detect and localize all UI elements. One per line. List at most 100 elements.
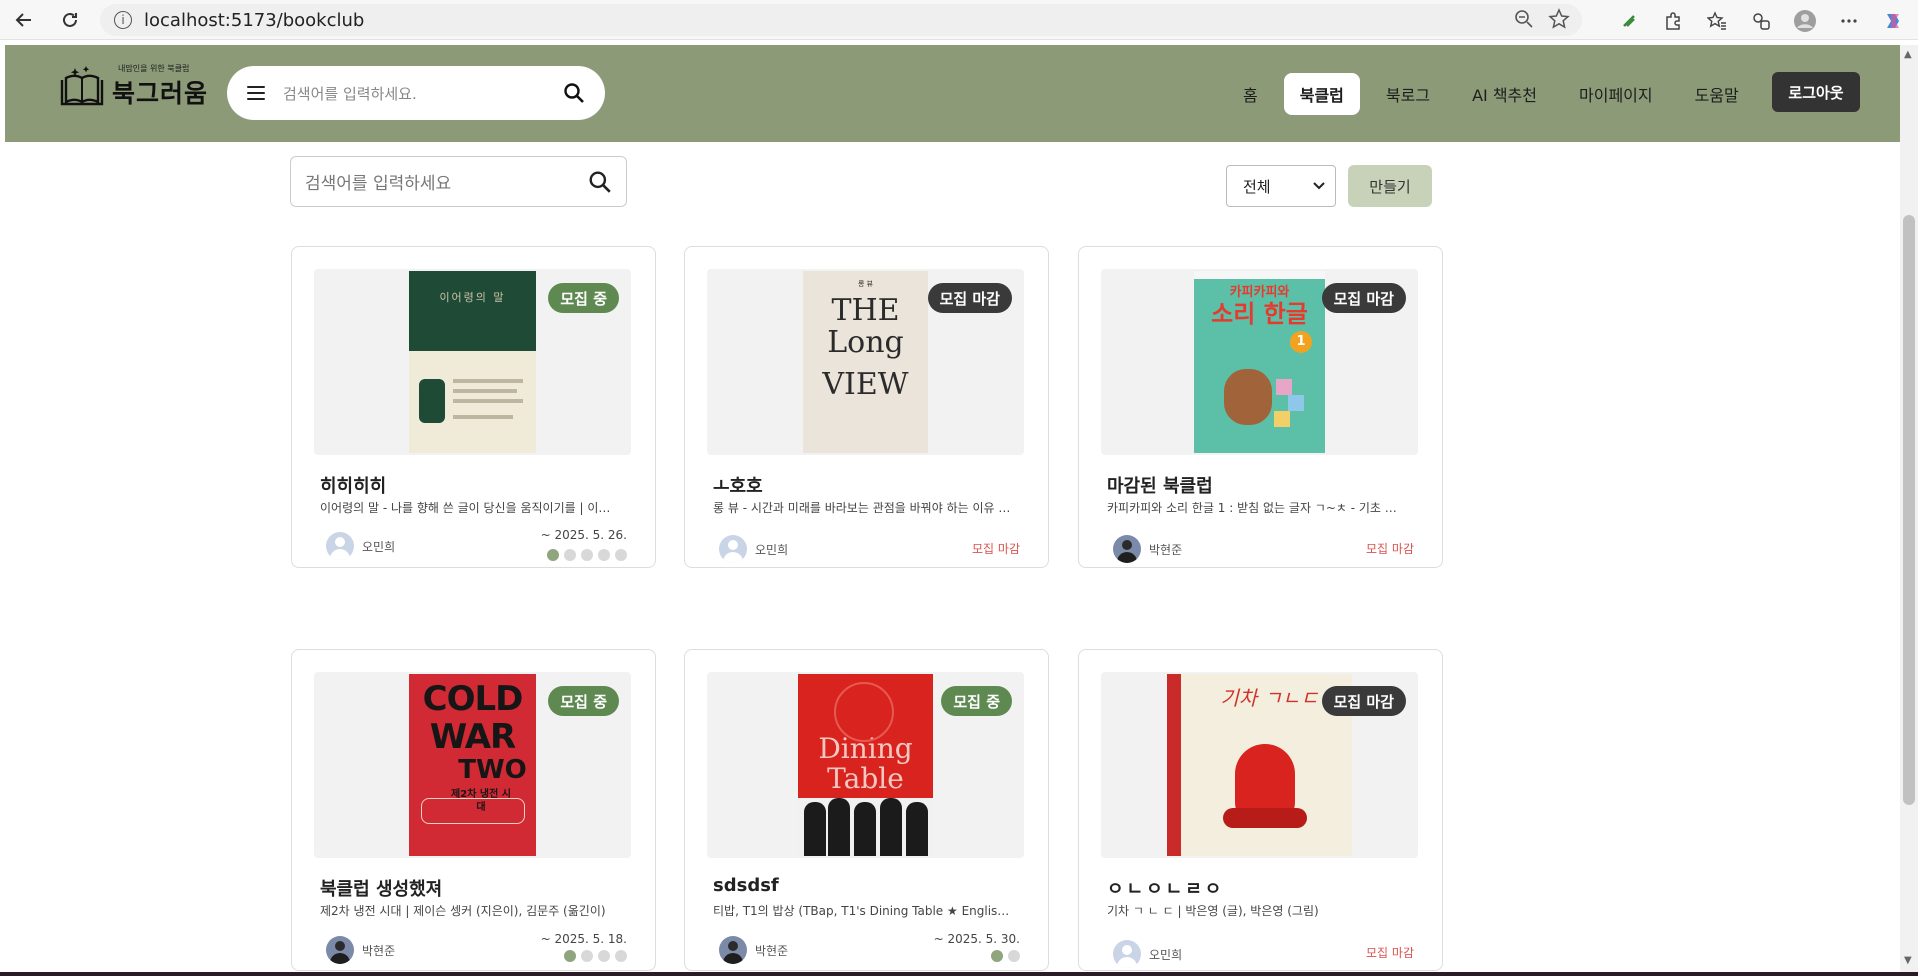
avatar <box>326 936 354 964</box>
avatar <box>1113 535 1141 563</box>
chevron-down-icon <box>1313 182 1325 190</box>
book-cover-image: 이어령의 말 <box>409 271 536 453</box>
profile-icon[interactable] <box>1792 8 1818 34</box>
avatar <box>1113 940 1141 968</box>
book-cover-image: COLD WAR TWO 제2차 냉전 시대 <box>409 674 536 856</box>
cover-line: 카피카피와 <box>1229 285 1290 300</box>
status-badge: 모집 마감 <box>927 283 1012 313</box>
card-author: 박현준 <box>326 936 395 964</box>
card-author: 오민희 <box>326 532 395 560</box>
extension-leaf-icon[interactable] <box>1616 8 1642 34</box>
status-badge: 모집 중 <box>548 283 619 313</box>
cover-line: TWO <box>458 755 527 785</box>
closed-status-text: 모집 마감 <box>1366 946 1414 960</box>
card-title: 북클럽 생성했져 <box>320 879 443 900</box>
bookclub-search[interactable]: 검색어를 입력하세요 <box>290 156 627 207</box>
card-description: 티밥, T1의 밥상 (TBap, T1's Dining Table ★ En… <box>713 904 1013 918</box>
book-cover-area: 이어령의 말 모집 중 <box>314 269 631 455</box>
info-icon[interactable]: i <box>114 11 132 29</box>
favorites-icon[interactable] <box>1704 8 1730 34</box>
progress-dot <box>615 549 627 561</box>
progress-dot <box>598 950 610 962</box>
nav-booklog[interactable]: 북로그 <box>1370 73 1446 115</box>
back-icon[interactable] <box>6 2 42 38</box>
cover-kicker: 롱 뷰 <box>857 280 874 288</box>
more-icon[interactable] <box>1836 8 1862 34</box>
url-text: localhost:5173/bookclub <box>144 9 365 31</box>
copilot-icon[interactable] <box>1880 8 1906 34</box>
header-search-input[interactable]: 검색어를 입력하세요. <box>283 83 563 104</box>
nav-mypage[interactable]: 마이페이지 <box>1563 73 1669 115</box>
zoom-icon[interactable] <box>1514 9 1534 34</box>
card-description: 카피카피와 소리 한글 1 : 받침 없는 글자 ㄱ~ㅊ - 기초 문해력 <box>1107 501 1407 515</box>
cover-line: Table <box>827 762 904 795</box>
book-cover-area: 카피카피와 소리 한글 1 모집 마감 <box>1101 269 1418 455</box>
scroll-up-icon[interactable]: ▲ <box>1904 49 1912 60</box>
cover-line: 소리 한글 <box>1211 300 1308 328</box>
nav-ai-recommend[interactable]: AI 책추천 <box>1456 73 1553 115</box>
bookclub-card[interactable]: Dining Table 모집 중 sdsdsf 티밥, T1의 밥상 (TBa… <box>684 649 1049 971</box>
author-name: 박현준 <box>362 943 396 958</box>
avatar <box>326 532 354 560</box>
page-scrollbar[interactable]: ▲ ▼ <box>1900 45 1918 976</box>
menu-icon[interactable] <box>247 86 265 100</box>
author-name: 오민희 <box>1149 947 1183 962</box>
status-badge: 모집 중 <box>548 686 619 716</box>
bookclub-card[interactable]: 롱 뷰 THE Long VIEW 모집 마감 ㅗ호호 롱 뷰 - 시간과 미래… <box>684 246 1049 568</box>
address-bar[interactable]: i localhost:5173/bookclub <box>100 4 1582 36</box>
search-icon[interactable] <box>588 170 612 194</box>
progress-dot <box>615 950 627 962</box>
card-description: 이어령의 말 - 나를 향해 쓴 글이 당신을 움직이기를 | 이어령 (지은이… <box>320 501 620 515</box>
cover-line: THE <box>831 293 900 328</box>
book-cover-area: Dining Table 모집 중 <box>707 672 1024 858</box>
bookclub-card[interactable]: 카피카피와 소리 한글 1 모집 마감 마감된 북클럽 카피카피와 소리 한글 … <box>1078 246 1443 568</box>
card-description: 기차 ㄱ ㄴ ㄷ | 박은영 (글), 박은영 (그림) <box>1107 904 1319 918</box>
card-date: ~ 2025. 5. 18. <box>540 932 627 946</box>
card-author: 오민희 <box>1113 940 1182 968</box>
book-cover-area: COLD WAR TWO 제2차 냉전 시대 모집 중 <box>314 672 631 858</box>
app-header: 내맘인을 위한 북클럽 북그러움 검색어를 입력하세요. 홈 북클럽 북로그 A… <box>5 45 1900 142</box>
scroll-thumb[interactable] <box>1903 215 1915 805</box>
bookclub-card[interactable]: 기차 ㄱㄴㄷ 모집 마감 ㅇㄴㅇㄴㄹㅇ 기차 ㄱ ㄴ ㄷ | 박은영 (글), … <box>1078 649 1443 971</box>
logo[interactable]: 내맘인을 위한 북클럽 북그러움 <box>60 63 208 110</box>
card-author: 오민희 <box>719 535 788 563</box>
card-description: 롱 뷰 - 시간과 미래를 바라보는 관점을 바꿔야 하는 이유 | 리처드 피… <box>713 501 1013 515</box>
progress-dot <box>581 950 593 962</box>
author-name: 오민희 <box>362 539 396 554</box>
nav-bookclub[interactable]: 북클럽 <box>1283 73 1360 115</box>
nav-home[interactable]: 홈 <box>1227 73 1274 115</box>
status-badge: 모집 마감 <box>1321 686 1406 716</box>
cover-title: 이어령의 말 <box>439 291 506 304</box>
avatar <box>719 535 747 563</box>
logout-button[interactable]: 로그아웃 <box>1772 72 1860 112</box>
avatar <box>719 936 747 964</box>
filter-select[interactable]: 전체 <box>1226 165 1336 207</box>
card-date: ~ 2025. 5. 26. <box>540 528 627 542</box>
cover-line: Long <box>827 325 904 360</box>
cover-number: 1 <box>1290 331 1312 353</box>
header-search[interactable]: 검색어를 입력하세요. <box>227 66 605 120</box>
bookclub-card[interactable]: 이어령의 말 모집 중 히히히히 이어령의 말 - 나를 향해 쓴 글이 당신을… <box>291 246 656 568</box>
reload-icon[interactable] <box>52 2 88 38</box>
cover-line: WAR <box>429 717 516 757</box>
progress-dot <box>564 950 576 962</box>
progress-dot <box>598 549 610 561</box>
book-cover-image: 카피카피와 소리 한글 1 <box>1194 271 1325 453</box>
card-author: 박현준 <box>719 936 788 964</box>
star-icon[interactable] <box>1548 8 1570 35</box>
create-button[interactable]: 만들기 <box>1348 165 1432 207</box>
collections-icon[interactable] <box>1748 8 1774 34</box>
search-icon[interactable] <box>563 82 585 104</box>
book-cover-area: 기차 ㄱㄴㄷ 모집 마감 <box>1101 672 1418 858</box>
bookclub-card[interactable]: COLD WAR TWO 제2차 냉전 시대 모집 중 북클럽 생성했져 제2차… <box>291 649 656 971</box>
puzzle-icon[interactable] <box>1660 8 1686 34</box>
card-title: 히히히히 <box>320 476 387 497</box>
progress-dot <box>581 549 593 561</box>
member-progress <box>564 950 627 962</box>
status-badge: 모집 마감 <box>1321 283 1406 313</box>
nav-help[interactable]: 도움말 <box>1679 73 1755 115</box>
taskbar-edge <box>0 972 1918 976</box>
bookclub-search-input[interactable]: 검색어를 입력하세요 <box>305 169 588 194</box>
card-author: 박현준 <box>1113 535 1182 563</box>
scroll-down-icon[interactable]: ▼ <box>1904 955 1912 966</box>
